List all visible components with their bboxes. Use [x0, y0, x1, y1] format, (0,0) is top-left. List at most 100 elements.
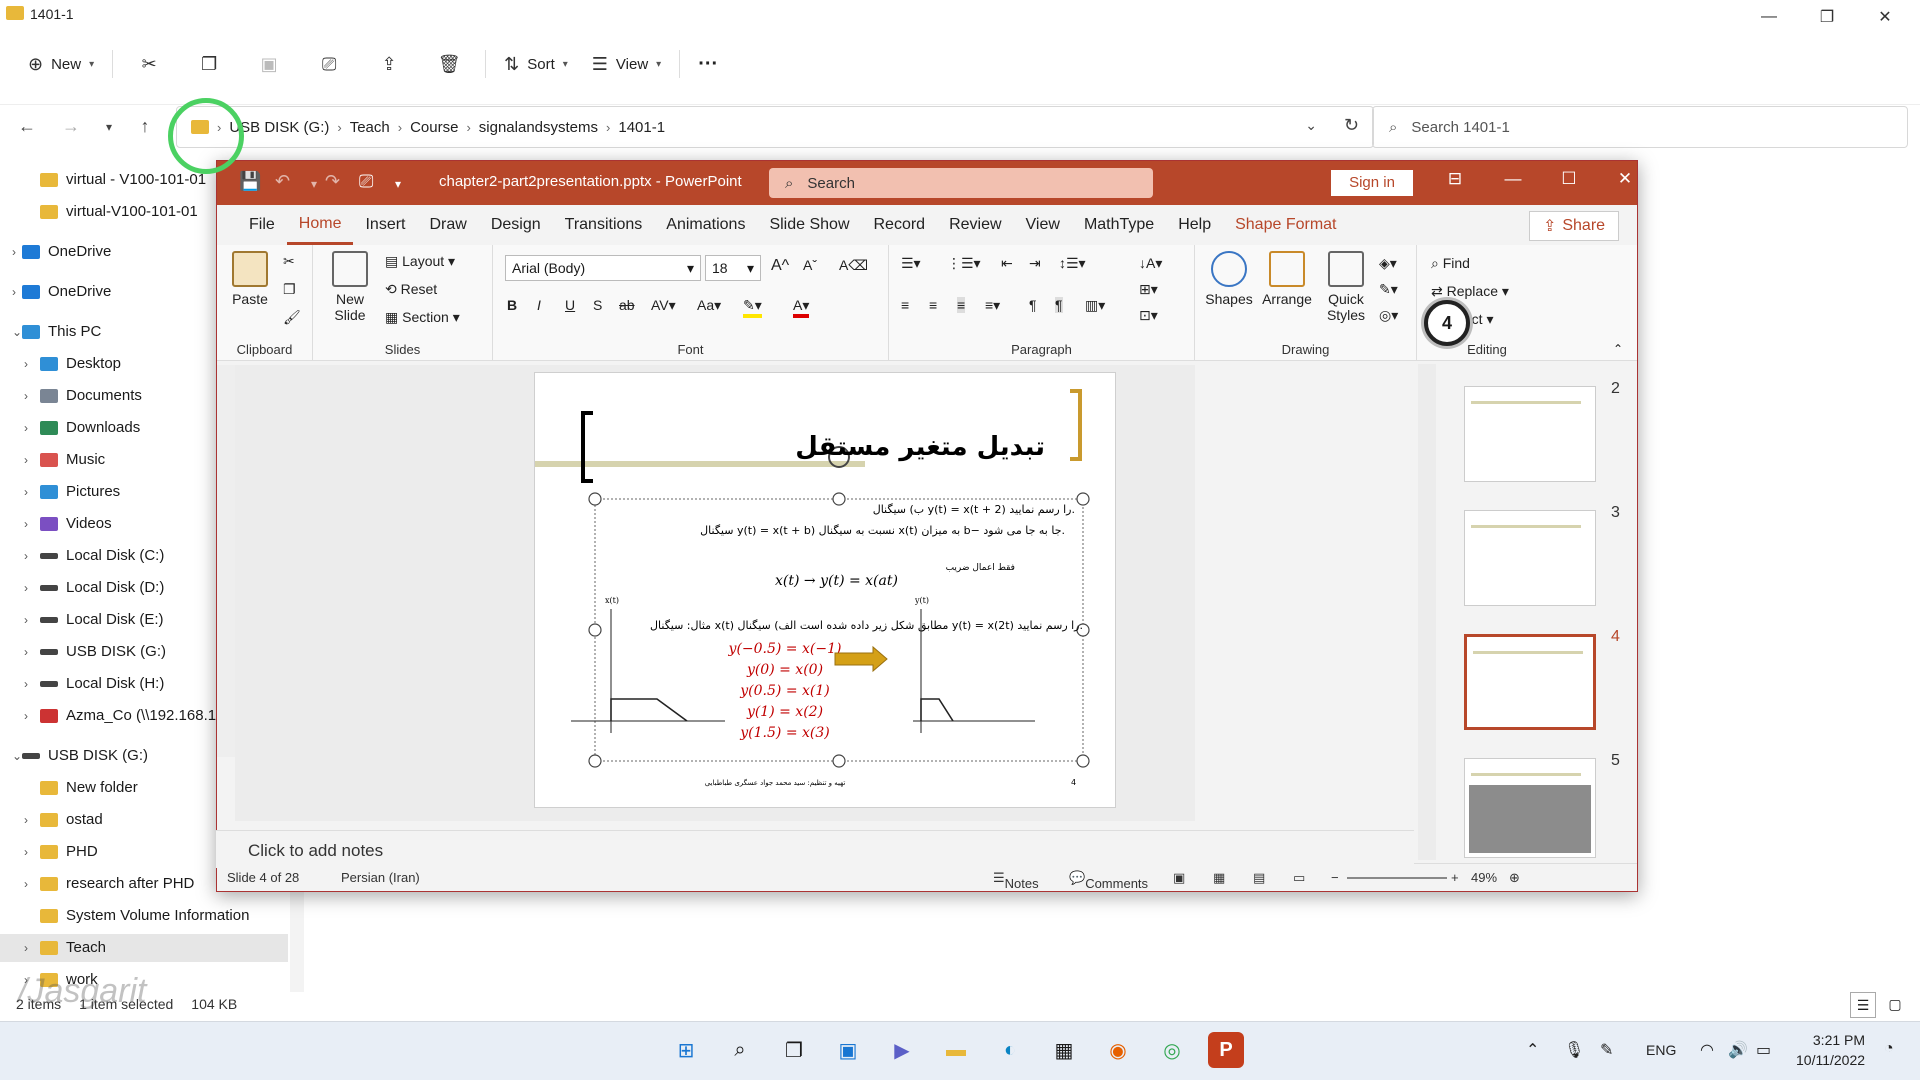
zoom-slider[interactable] — [1347, 877, 1447, 879]
chevron-right-icon[interactable]: › — [24, 389, 28, 403]
edge-icon[interactable]: ◐ — [992, 1032, 1028, 1068]
search-input[interactable]: ⌕ Search 1401-1 — [1372, 106, 1908, 148]
slide-sorter-icon[interactable]: ▦ — [1213, 870, 1225, 886]
tab-file[interactable]: File — [237, 205, 287, 245]
slide-thumbnail[interactable] — [1464, 634, 1596, 730]
clear-format-icon[interactable]: A⌫ — [839, 257, 868, 274]
resize-handle[interactable] — [832, 754, 846, 768]
justify-icon[interactable]: ≡▾ — [985, 297, 1000, 314]
align-right-icon[interactable]: ≡ — [957, 297, 966, 313]
tab-insert[interactable]: Insert — [353, 205, 417, 245]
paste-button[interactable]: Paste — [225, 251, 275, 307]
tab-draw[interactable]: Draw — [417, 205, 478, 245]
chevron-right-icon[interactable]: › — [24, 613, 28, 627]
tab-record[interactable]: Record — [862, 205, 938, 245]
chevron-right-icon[interactable]: › — [24, 645, 28, 659]
store-icon[interactable]: ▦ — [1046, 1032, 1082, 1068]
shape-outline-icon[interactable]: ✎▾ — [1379, 281, 1398, 298]
slideshow-icon[interactable]: ▭ — [1293, 870, 1305, 886]
tab-review[interactable]: Review — [937, 205, 1013, 245]
up-arrow-icon[interactable]: ↑ — [132, 116, 158, 137]
customize-icon[interactable]: ▾ — [395, 177, 401, 191]
undo-icon[interactable]: ↶ — [275, 171, 290, 192]
bold-icon[interactable]: B — [507, 297, 517, 313]
sort-button[interactable]: ⇅ Sort ▾ — [492, 44, 580, 84]
align-left-icon[interactable]: ≡ — [901, 297, 909, 313]
close-button[interactable]: ✕ — [1856, 0, 1914, 34]
delete-button[interactable]: 🗑 — [419, 44, 479, 84]
tray-overflow-icon[interactable]: ⌃ — [1526, 1040, 1539, 1060]
chevron-right-icon[interactable]: › — [24, 517, 28, 531]
slide-thumbnail[interactable] — [1464, 386, 1596, 482]
line-spacing-icon[interactable]: ↕☰▾ — [1059, 255, 1086, 272]
new-slide-button[interactable]: New Slide — [323, 251, 377, 323]
more-button[interactable]: ··· — [686, 44, 730, 84]
nav-item[interactable]: System Volume Information — [0, 902, 292, 930]
bullets-icon[interactable]: ☰▾ — [901, 255, 921, 272]
ltr-icon[interactable]: ¶ — [1029, 297, 1037, 313]
minimize-button[interactable]: — — [1493, 169, 1533, 189]
redo-icon[interactable]: ↷ — [325, 171, 340, 192]
microphone-icon[interactable]: 🎙 — [1564, 1040, 1584, 1060]
chevron-down-icon[interactable]: ▾ — [311, 177, 317, 191]
tab-transitions[interactable]: Transitions — [553, 205, 655, 245]
italic-icon[interactable]: I — [537, 297, 541, 313]
new-button[interactable]: ⊕ New ▾ — [16, 44, 106, 84]
tab-home[interactable]: Home — [286, 205, 354, 245]
align-text-icon[interactable]: ⊞▾ — [1139, 281, 1158, 298]
fit-slide-icon[interactable]: ⊕ — [1509, 870, 1520, 886]
breadcrumb-course[interactable]: Course — [410, 119, 458, 136]
shape-effects-icon[interactable]: ◎▾ — [1379, 307, 1398, 324]
resize-handle[interactable] — [832, 492, 846, 506]
font-color-icon[interactable]: A▾ — [793, 297, 810, 318]
chevron-right-icon[interactable]: › — [24, 941, 28, 955]
tab-view[interactable]: View — [1014, 205, 1072, 245]
copy-icon[interactable]: ❐ — [283, 281, 296, 298]
refresh-icon[interactable]: ↻ — [1344, 115, 1359, 136]
powerpoint-icon[interactable]: P — [1208, 1032, 1244, 1068]
maximize-button[interactable]: ❐ — [1798, 0, 1856, 34]
shadow-icon[interactable]: S — [593, 297, 602, 313]
replace-button[interactable]: ⇄ Replace ▾ — [1431, 283, 1509, 300]
paste-button[interactable]: ▣ — [239, 44, 299, 84]
present-icon[interactable]: ⎚ — [359, 171, 373, 192]
close-button[interactable]: ✕ — [1605, 169, 1645, 189]
chevron-right-icon[interactable]: › — [24, 813, 28, 827]
share-button[interactable]: ⇪ — [359, 44, 419, 84]
volume-icon[interactable]: 🔊 — [1728, 1040, 1748, 1060]
zoom-level[interactable]: 49% — [1471, 870, 1497, 885]
section-button[interactable]: ▦ Section ▾ — [385, 309, 460, 326]
tiles-view-icon[interactable]: ▢ — [1882, 992, 1908, 1018]
copy-button[interactable]: ❐ — [179, 44, 239, 84]
decrease-indent-icon[interactable]: ⇤ — [1001, 255, 1013, 272]
resize-handle[interactable] — [588, 623, 602, 637]
maximize-button[interactable]: ☐ — [1549, 169, 1589, 189]
widgets-icon[interactable]: ▣ — [830, 1032, 866, 1068]
minimize-button[interactable]: — — [1740, 0, 1798, 34]
reading-view-icon[interactable]: ▤ — [1253, 870, 1265, 886]
zoom-out-icon[interactable]: − — [1331, 870, 1339, 885]
firefox-icon[interactable]: ◉ — [1100, 1032, 1136, 1068]
chevron-right-icon[interactable]: › — [24, 485, 28, 499]
chevron-down-icon[interactable]: ⌄ — [1305, 117, 1317, 134]
resize-handle[interactable] — [588, 492, 602, 506]
cut-icon[interactable]: ✂ — [283, 253, 295, 270]
shrink-font-icon[interactable]: Aˇ — [803, 257, 817, 273]
chevron-right-icon[interactable]: › — [24, 421, 28, 435]
resize-handle[interactable] — [1076, 492, 1090, 506]
editor-scrollbar-left[interactable] — [217, 365, 235, 757]
view-button[interactable]: ☰ View ▾ — [580, 44, 673, 84]
tab-shape-format[interactable]: Shape Format — [1223, 205, 1348, 245]
ribbon-display-icon[interactable]: ⊟ — [1435, 169, 1475, 189]
arrow-shape[interactable] — [834, 645, 888, 673]
find-button[interactable]: ⌕ Find — [1431, 255, 1470, 272]
slide-thumbnail[interactable] — [1464, 510, 1596, 606]
cut-button[interactable]: ✂ — [119, 44, 179, 84]
font-size-select[interactable]: 18 ▾ — [705, 255, 761, 281]
char-spacing-icon[interactable]: AV▾ — [651, 297, 676, 314]
comments-button[interactable]: 💬 Comments — [1069, 870, 1148, 891]
chevron-right-icon[interactable]: › — [12, 285, 16, 299]
rename-button[interactable]: ⎚ — [299, 44, 359, 84]
grow-font-icon[interactable]: A^ — [771, 257, 789, 275]
align-center-icon[interactable]: ≡ — [929, 297, 937, 313]
